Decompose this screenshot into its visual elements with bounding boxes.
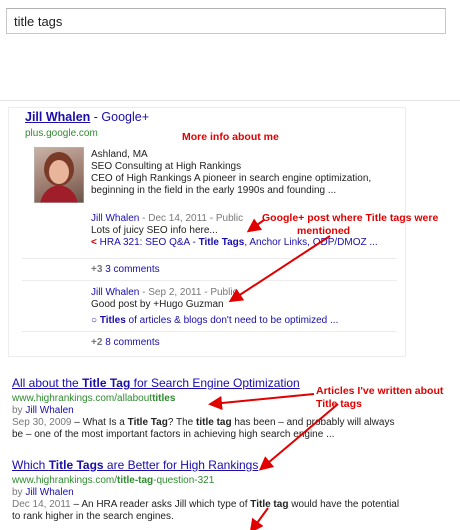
arrow-to-result-1 [208, 393, 315, 410]
arrow-to-gplus-post-2 [228, 235, 331, 303]
arrow-bottom [249, 507, 269, 530]
annotation-arrows [208, 218, 339, 530]
arrow-to-result-2 [258, 403, 339, 471]
arrow-to-gplus-post-1 [246, 218, 265, 233]
